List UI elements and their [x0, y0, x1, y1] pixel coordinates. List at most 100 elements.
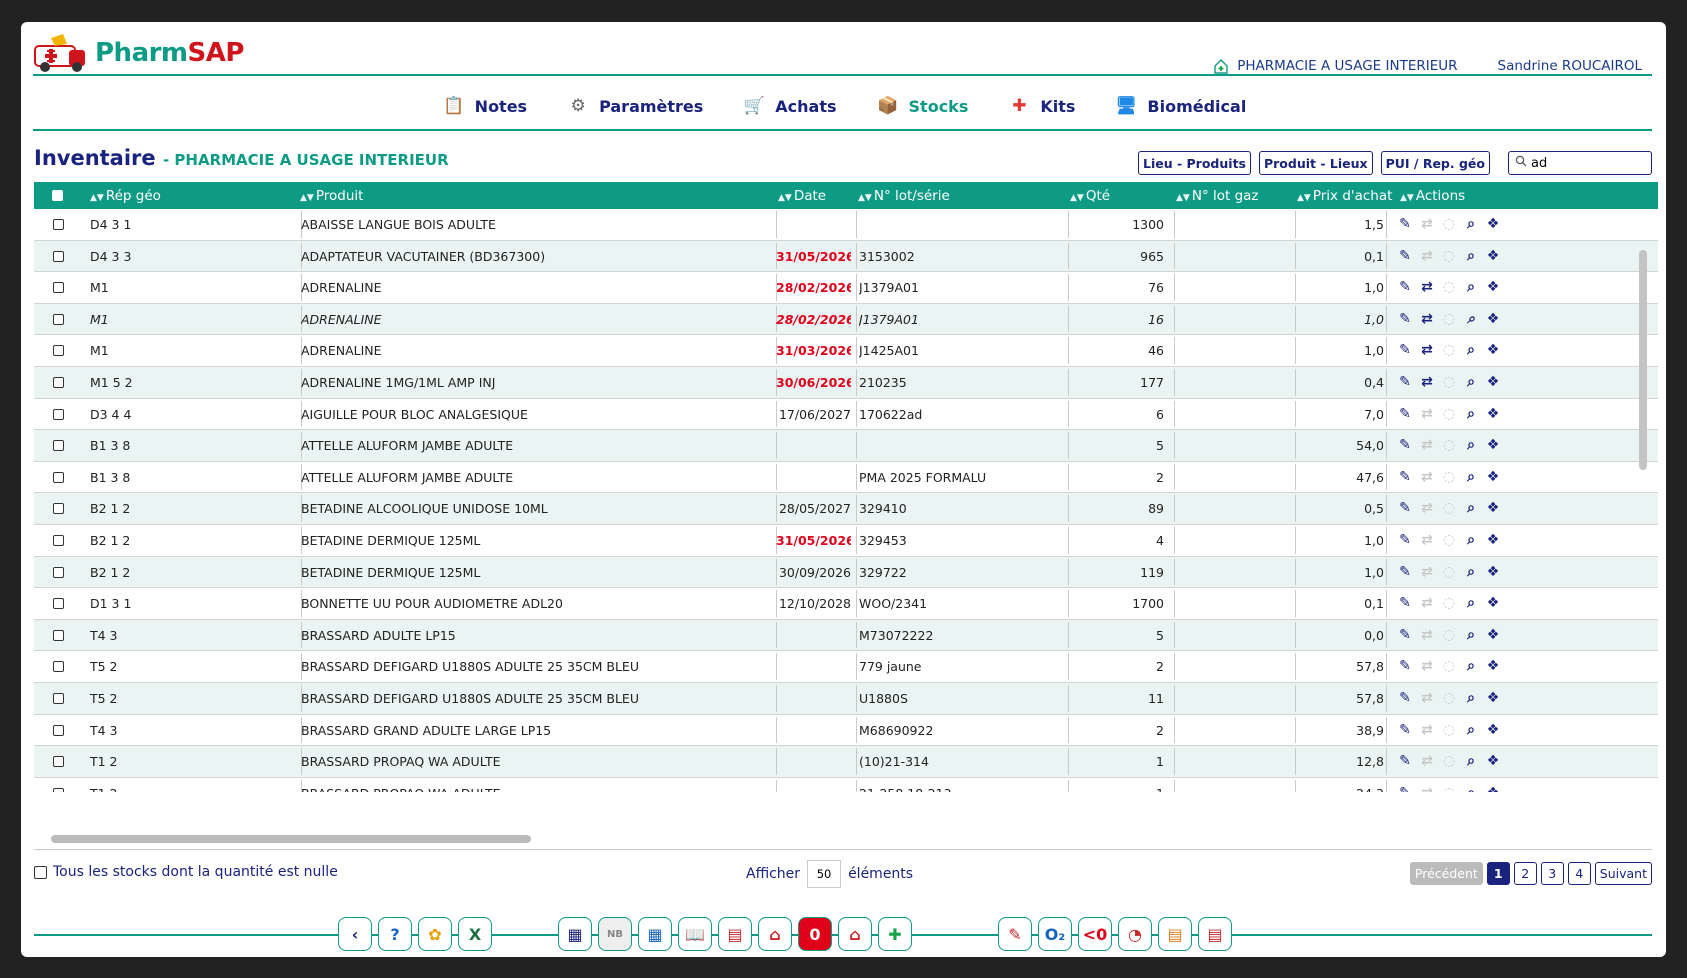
produit-lieux-button[interactable]: Produit - Lieux	[1258, 151, 1373, 175]
zero-quantity-option[interactable]: Tous les stocks dont la quantité est nul…	[34, 864, 338, 880]
row-checkbox[interactable]	[53, 471, 64, 483]
cell-produit[interactable]: BONNETTE UU POUR AUDIOMETRE ADL20	[301, 596, 771, 611]
col-lot-gaz[interactable]: ▲▼ N° lot gaz	[1176, 188, 1259, 204]
history-search-icon[interactable]: ⌕	[1462, 374, 1480, 390]
transfer-arrows-icon[interactable]: ⇄	[1418, 595, 1436, 611]
traceability-paw-icon[interactable]: ❖	[1484, 248, 1502, 264]
vertical-scrollbar[interactable]	[1639, 250, 1647, 470]
col-produit[interactable]: ▲▼ Produit	[300, 188, 363, 204]
row-checkbox[interactable]	[53, 724, 64, 736]
history-search-icon[interactable]: ⌕	[1462, 753, 1480, 769]
transfer-arrows-icon[interactable]: ⇄	[1418, 279, 1436, 295]
cell-produit[interactable]: BRASSARD DEFIGARD U1880S ADULTE 25 35CM …	[301, 659, 771, 674]
row-checkbox[interactable]	[53, 313, 64, 325]
dispose-icon[interactable]: ◌	[1440, 595, 1458, 611]
calendar-red-icon[interactable]: ▤	[1198, 917, 1232, 951]
row-checkbox[interactable]	[53, 787, 64, 792]
user-name[interactable]: Sandrine ROUCAIROL	[1498, 58, 1642, 74]
logo[interactable]: PharmSAP	[33, 32, 244, 74]
page-4-button[interactable]: 4	[1567, 862, 1591, 885]
traceability-paw-icon[interactable]: ❖	[1484, 279, 1502, 295]
edit-pencil-icon[interactable]: ✎	[1396, 532, 1414, 548]
cell-produit[interactable]: BRASSARD PROPAQ WA ADULTE	[301, 786, 771, 792]
traceability-paw-icon[interactable]: ❖	[1484, 342, 1502, 358]
pharmacy-selector[interactable]: PHARMACIE A USAGE INTERIEUR	[1213, 58, 1458, 74]
cell-produit[interactable]: BRASSARD PROPAQ WA ADULTE	[301, 754, 771, 769]
edit-pencil-icon[interactable]: ✎	[1396, 374, 1414, 390]
book-icon[interactable]: 📖	[678, 917, 712, 951]
history-search-icon[interactable]: ⌕	[1462, 469, 1480, 485]
page-1-button[interactable]: 1	[1486, 862, 1510, 885]
cell-produit[interactable]: ABAISSE LANGUE BOIS ADULTE	[301, 217, 771, 232]
cell-produit[interactable]: ATTELLE ALUFORM JAMBE ADULTE	[301, 438, 771, 453]
dispose-icon[interactable]: ◌	[1440, 469, 1458, 485]
row-checkbox[interactable]	[53, 598, 64, 610]
edit-pencil-icon[interactable]: ✎	[1396, 658, 1414, 674]
row-checkbox[interactable]	[53, 250, 64, 262]
history-search-icon[interactable]: ⌕	[1462, 564, 1480, 580]
excel-icon[interactable]: X	[458, 917, 492, 951]
dispose-icon[interactable]: ◌	[1440, 532, 1458, 548]
transfer-arrows-icon[interactable]: ⇄	[1418, 658, 1436, 674]
history-search-icon[interactable]: ⌕	[1462, 690, 1480, 706]
next-page-button[interactable]: Suivant	[1594, 862, 1652, 885]
nav-kits[interactable]: ✚ Kits	[1006, 88, 1075, 124]
transfer-arrows-icon[interactable]: ⇄	[1418, 311, 1436, 327]
dispose-icon[interactable]: ◌	[1440, 216, 1458, 232]
transfer-arrows-icon[interactable]: ⇄	[1418, 342, 1436, 358]
col-qte[interactable]: ▲▼ Qté	[1070, 188, 1110, 204]
row-checkbox[interactable]	[53, 345, 64, 357]
history-search-icon[interactable]: ⌕	[1462, 406, 1480, 422]
grid-icon[interactable]: ▦	[638, 917, 672, 951]
oxygen-icon[interactable]: O₂	[1038, 917, 1072, 951]
qrcode-icon[interactable]: ▦	[558, 917, 592, 951]
transfer-arrows-icon[interactable]: ⇄	[1418, 248, 1436, 264]
lieu-produits-button[interactable]: Lieu - Produits	[1138, 151, 1251, 175]
negative-icon[interactable]: <0	[1078, 917, 1112, 951]
row-checkbox[interactable]	[53, 534, 64, 546]
traceability-paw-icon[interactable]: ❖	[1484, 690, 1502, 706]
cell-produit[interactable]: BRASSARD GRAND ADULTE LARGE LP15	[301, 723, 771, 738]
transfer-arrows-icon[interactable]: ⇄	[1418, 374, 1436, 390]
page-size-input[interactable]	[807, 860, 842, 888]
zero-icon[interactable]: 0	[798, 917, 832, 951]
traceability-paw-icon[interactable]: ❖	[1484, 406, 1502, 422]
plus-icon[interactable]: ✚	[878, 917, 912, 951]
nb-icon[interactable]: NB	[598, 917, 632, 951]
dispose-icon[interactable]: ◌	[1440, 658, 1458, 674]
page-3-button[interactable]: 3	[1540, 862, 1564, 885]
cell-produit[interactable]: ADRENALINE	[301, 312, 771, 327]
history-search-icon[interactable]: ⌕	[1462, 279, 1480, 295]
dispose-icon[interactable]: ◌	[1440, 248, 1458, 264]
traceability-paw-icon[interactable]: ❖	[1484, 437, 1502, 453]
col-rep-geo[interactable]: ▲▼ Rép géo	[90, 188, 161, 204]
transfer-arrows-icon[interactable]: ⇄	[1418, 406, 1436, 422]
edit-pencil-icon[interactable]: ✎	[1396, 785, 1414, 792]
cell-produit[interactable]: ADRENALINE 1MG/1ML AMP INJ	[301, 375, 771, 390]
dispose-icon[interactable]: ◌	[1440, 753, 1458, 769]
history-search-icon[interactable]: ⌕	[1462, 437, 1480, 453]
transfer-arrows-icon[interactable]: ⇄	[1418, 564, 1436, 580]
row-checkbox[interactable]	[53, 219, 64, 230]
transfer-arrows-icon[interactable]: ⇄	[1418, 216, 1436, 232]
page-2-button[interactable]: 2	[1513, 862, 1537, 885]
row-checkbox[interactable]	[53, 282, 64, 294]
nav-biomdical[interactable]: 🖥 Biomédical	[1113, 88, 1247, 124]
row-checkbox[interactable]	[53, 629, 64, 641]
gauge-icon[interactable]: ◔	[1118, 917, 1152, 951]
history-search-icon[interactable]: ⌕	[1462, 248, 1480, 264]
transfer-arrows-icon[interactable]: ⇄	[1418, 532, 1436, 548]
transfer-arrows-icon[interactable]: ⇄	[1418, 437, 1436, 453]
help-icon[interactable]: ?	[378, 917, 412, 951]
dispose-icon[interactable]: ◌	[1440, 437, 1458, 453]
transfer-arrows-icon[interactable]: ⇄	[1418, 469, 1436, 485]
edit-pencil-icon[interactable]: ✎	[1396, 753, 1414, 769]
transfer-arrows-icon[interactable]: ⇄	[1418, 627, 1436, 643]
cell-produit[interactable]: BETADINE ALCOOLIQUE UNIDOSE 10ML	[301, 501, 771, 516]
traceability-paw-icon[interactable]: ❖	[1484, 722, 1502, 738]
cell-produit[interactable]: BETADINE DERMIQUE 125ML	[301, 533, 771, 548]
traceability-paw-icon[interactable]: ❖	[1484, 564, 1502, 580]
dispose-icon[interactable]: ◌	[1440, 627, 1458, 643]
cell-produit[interactable]: ADRENALINE	[301, 280, 771, 295]
transfer-arrows-icon[interactable]: ⇄	[1418, 785, 1436, 792]
